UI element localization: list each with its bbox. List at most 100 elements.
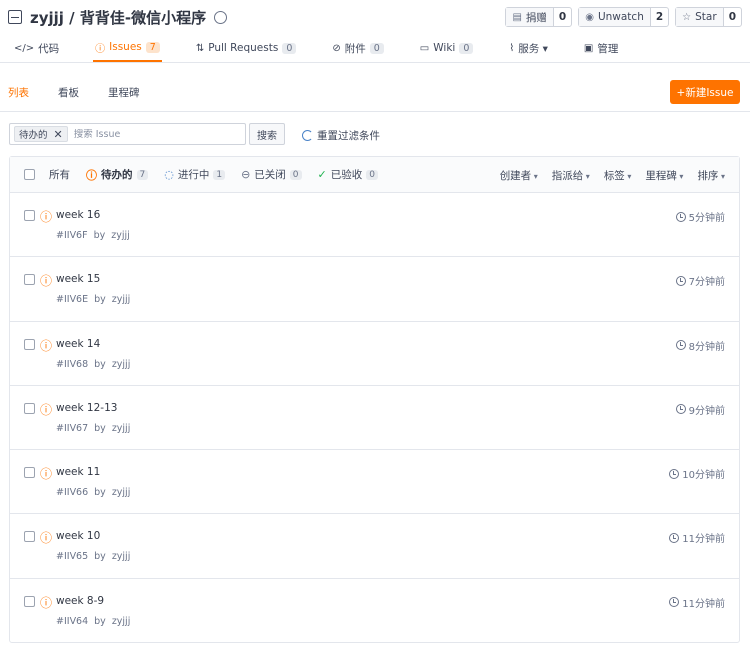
issue-checkbox[interactable]: [24, 595, 35, 607]
unwatch-button[interactable]: ◉ Unwatch 2: [578, 7, 670, 27]
issue-meta: #IIV65 by zyjjj: [56, 551, 131, 563]
donate-button[interactable]: ▤ 捐赠 0: [505, 7, 573, 27]
state-closed[interactable]: ⊖ 已关闭 0: [241, 167, 302, 182]
tab-manage[interactable]: ▣ 管理: [582, 34, 620, 62]
issue-title[interactable]: week 14: [56, 338, 100, 350]
open-issue-icon: ⓘ: [40, 467, 53, 482]
clock-icon: [675, 340, 686, 351]
issue-checkbox[interactable]: [24, 531, 35, 543]
tab-attachments[interactable]: ⊘ 附件 0: [330, 34, 385, 62]
subnav-board[interactable]: 看板: [58, 85, 79, 100]
issue-time: 8分钟前: [675, 338, 725, 353]
sorter-sort[interactable]: 排序: [697, 168, 725, 183]
issue-title[interactable]: week 11: [56, 466, 100, 478]
issue-id[interactable]: #IIV6F: [56, 230, 88, 241]
issue-time: 9分钟前: [675, 402, 725, 417]
watch-count: 2: [655, 11, 664, 23]
issue-author[interactable]: zyjjj: [111, 230, 130, 241]
state-accepted[interactable]: ✓ 已验收 0: [318, 167, 378, 182]
issue-author[interactable]: zyjjj: [112, 294, 131, 305]
issue-checkbox[interactable]: [24, 402, 35, 414]
issue-time: 11分钟前: [669, 595, 725, 610]
tab-issues[interactable]: ⓘ Issues 7: [93, 34, 162, 62]
attachment-icon: ⊘: [332, 42, 341, 54]
clock-icon: [675, 275, 686, 286]
issue-author[interactable]: zyjjj: [112, 616, 131, 627]
clock-icon: [669, 597, 680, 608]
close-icon[interactable]: ✕: [54, 128, 63, 141]
issue-checkbox[interactable]: [24, 338, 35, 350]
sorter-assignee[interactable]: 指派给: [552, 168, 590, 183]
issue-meta: #IIV66 by zyjjj: [56, 487, 131, 499]
select-all-checkbox[interactable]: [24, 169, 35, 180]
issue-id[interactable]: #IIV67: [56, 423, 88, 434]
new-issue-button[interactable]: +新建Issue: [670, 80, 740, 104]
tab-wiki[interactable]: ▭ Wiki 0: [418, 34, 476, 62]
issue-title[interactable]: week 10: [56, 530, 100, 542]
sorter-milestone[interactable]: 里程碑: [645, 168, 683, 183]
issue-id[interactable]: #IIV66: [56, 487, 88, 498]
clock-icon: [675, 211, 686, 222]
sorter-label[interactable]: 标签: [604, 168, 632, 183]
tab-pull-requests[interactable]: ⇅ Pull Requests 0: [194, 34, 299, 62]
star-button[interactable]: ☆ Star 0: [675, 7, 742, 27]
state-open[interactable]: ⓘ 待办的 7: [86, 167, 149, 183]
issue-meta: #IIV6F by zyjjj: [56, 230, 130, 241]
search-input[interactable]: [73, 128, 234, 140]
open-issue-icon: ⓘ: [40, 595, 53, 610]
state-all[interactable]: 所有: [49, 167, 70, 182]
donate-count: 0: [558, 11, 567, 23]
search-button[interactable]: 搜索: [249, 123, 285, 145]
pull-request-icon: ⇅: [195, 42, 205, 54]
issue-title[interactable]: week 12-13: [56, 402, 117, 414]
issue-time: 11分钟前: [669, 530, 725, 545]
donate-icon: ▤: [512, 11, 522, 23]
repository-icon: [8, 10, 22, 24]
issue-row: ⓘ week 15 #IIV6E by zyjjj 7分钟前: [10, 257, 739, 322]
issue-id[interactable]: #IIV68: [56, 359, 88, 370]
issue-id[interactable]: #IIV65: [56, 551, 88, 562]
issue-author[interactable]: zyjjj: [112, 423, 131, 434]
manage-icon: ▣: [583, 42, 594, 54]
issue-author[interactable]: zyjjj: [112, 359, 131, 370]
sorter-creator[interactable]: 创建者: [500, 168, 538, 183]
issue-id[interactable]: #IIV6E: [56, 294, 88, 305]
issue-meta: #IIV67 by zyjjj: [56, 422, 131, 434]
issue-checkbox[interactable]: [24, 274, 35, 286]
issue-author[interactable]: zyjjj: [112, 487, 131, 498]
reset-filters-link[interactable]: 重置过滤条件: [302, 128, 380, 143]
tab-code[interactable]: </> 代码: [12, 34, 61, 62]
issue-title[interactable]: week 15: [56, 273, 100, 285]
issue-icon: ⓘ: [95, 43, 106, 55]
issue-checkbox[interactable]: [24, 467, 35, 479]
issue-meta: #IIV6E by zyjjj: [56, 294, 131, 306]
service-icon: ⌇: [509, 42, 515, 54]
state-progress[interactable]: ◌ 进行中 1: [164, 167, 226, 182]
star-icon: ☆: [682, 11, 692, 23]
issue-checkbox[interactable]: [24, 210, 35, 221]
tab-service[interactable]: ⌇ 服务 ▾: [507, 34, 550, 62]
open-issue-icon: ⓘ: [86, 168, 97, 182]
filter-chip[interactable]: 待办的 ✕: [14, 126, 68, 142]
open-issue-icon: ⓘ: [40, 210, 53, 224]
issue-title[interactable]: week 8-9: [56, 595, 104, 607]
issue-id[interactable]: #IIV64: [56, 616, 88, 627]
subnav-milestone[interactable]: 里程碑: [108, 85, 140, 100]
issue-title[interactable]: week 16: [56, 209, 100, 221]
badge-icon[interactable]: [214, 10, 228, 24]
divider: [0, 111, 750, 112]
repo-actions: ▤ 捐赠 0 ◉ Unwatch 2 ☆ Star 0: [505, 7, 742, 27]
repo-title[interactable]: zyjjj / 背背佳-微信小程序: [30, 7, 206, 28]
wiki-count: 0: [459, 42, 474, 54]
issue-row: ⓘ week 11 #IIV66 by zyjjj 10分钟前: [10, 450, 739, 515]
issue-row: ⓘ week 10 #IIV65 by zyjjj 11分钟前: [10, 514, 739, 579]
open-issue-icon: ⓘ: [40, 402, 53, 417]
issue-author[interactable]: zyjjj: [112, 551, 131, 562]
open-issue-icon: ⓘ: [40, 338, 53, 353]
closed-icon: ⊖: [241, 168, 251, 181]
subnav-list[interactable]: 列表: [8, 85, 29, 100]
filter-box[interactable]: 待办的 ✕: [9, 123, 246, 145]
issue-row: ⓘ week 14 #IIV68 by zyjjj 8分钟前: [10, 322, 739, 386]
state-filters: 所有 ⓘ 待办的 7 ◌ 进行中 1 ⊖ 已关闭 0 ✓ 已验收 0: [49, 167, 378, 183]
issue-meta: #IIV68 by zyjjj: [56, 358, 131, 370]
